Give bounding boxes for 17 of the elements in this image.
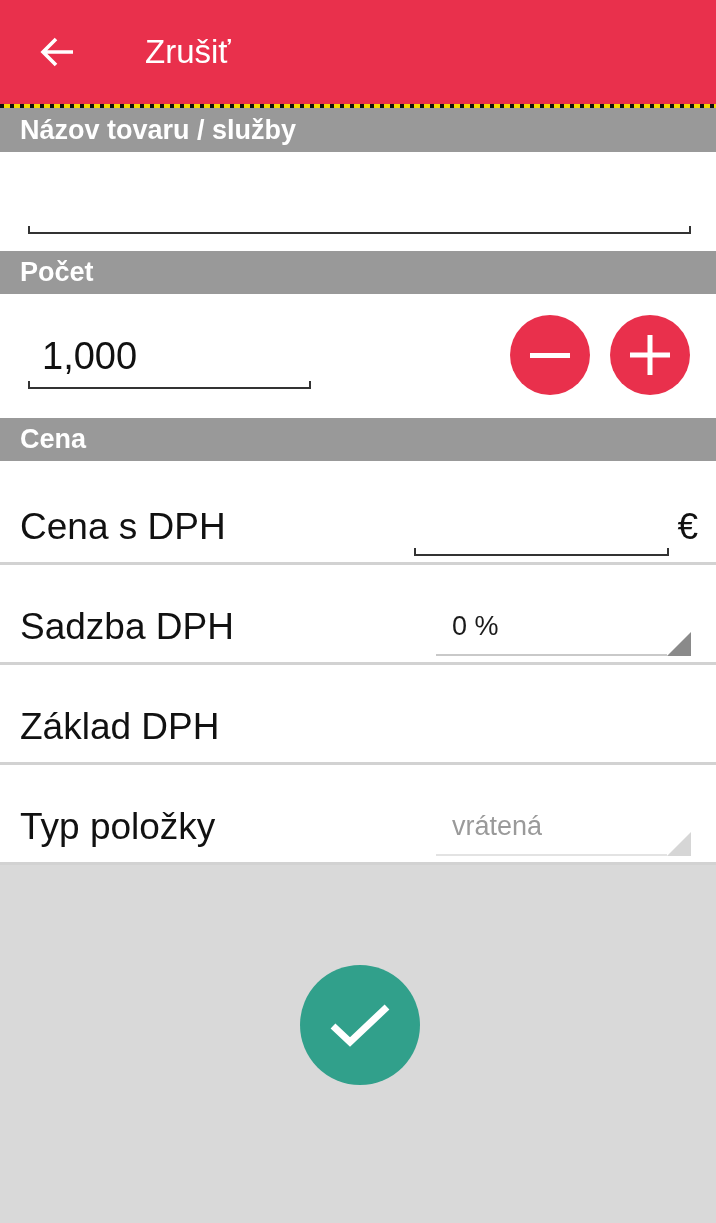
corner-triangle-icon	[667, 832, 691, 856]
row-label: Sadzba DPH	[20, 605, 234, 648]
plus-icon	[630, 335, 670, 375]
dropdown[interactable]: 0 %	[436, 606, 691, 656]
currency-label: €	[677, 505, 698, 548]
back-button[interactable]	[40, 37, 74, 67]
back-arrow-icon	[40, 37, 74, 67]
row-label: Cena s DPH	[20, 505, 226, 548]
row-label: Základ DPH	[20, 705, 220, 748]
section-header: Počet	[0, 251, 716, 294]
section-header: Cena	[0, 418, 716, 461]
minus-icon	[530, 352, 570, 358]
row-label: Typ položky	[20, 805, 216, 848]
check-icon	[330, 1003, 390, 1047]
screen-title: Zrušiť	[145, 33, 231, 71]
section-header: Názov tovaru / služby	[0, 108, 716, 152]
corner-triangle-icon	[667, 632, 691, 656]
